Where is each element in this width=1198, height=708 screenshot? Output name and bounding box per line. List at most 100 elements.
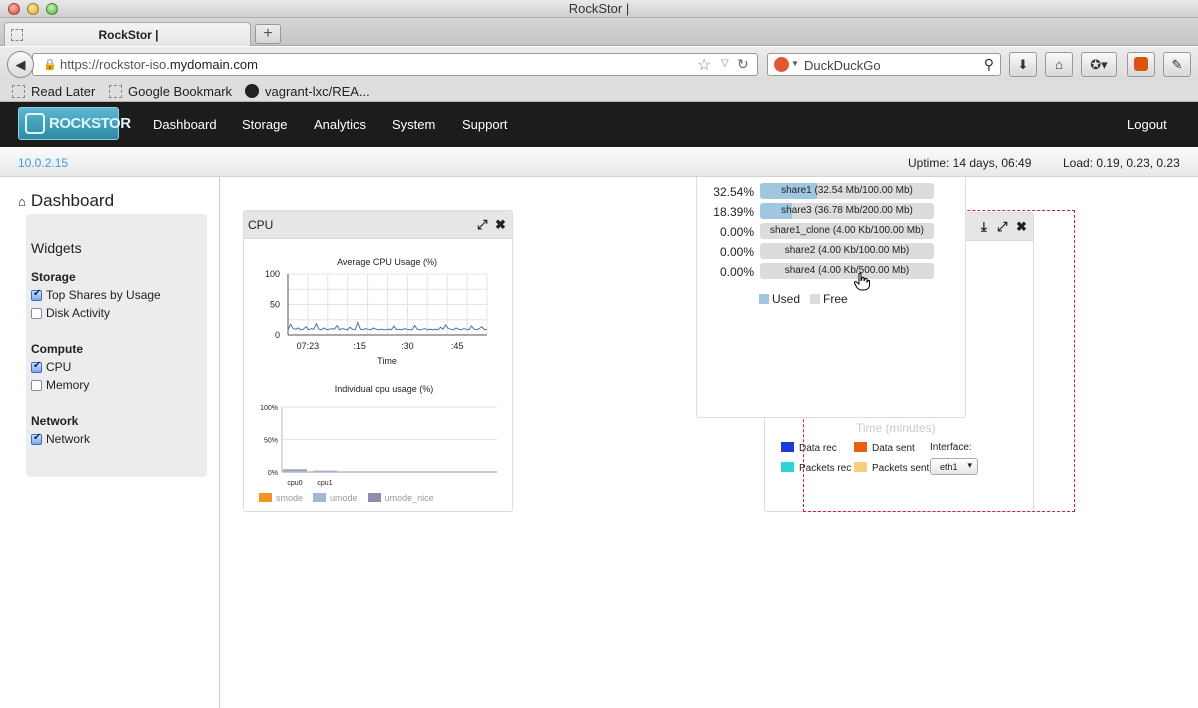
checkbox-label: Disk Activity: [46, 306, 111, 320]
top-shares-widget[interactable]: 32.54% share1 (32.54 Mb/100.00 Mb) 18.39% s…: [696, 177, 966, 418]
bookmark-label: Read Later: [31, 84, 96, 99]
avg-chart-title: Average CPU Usage (%): [337, 257, 437, 267]
legend-item-smode: smode: [259, 493, 303, 503]
bookmark-vagrant[interactable]: vagrant-lxc/REA...: [245, 84, 370, 99]
share-usage-list: 32.54% share1 (32.54 Mb/100.00 Mb) 18.39% s…: [697, 177, 967, 297]
legend-swatch: [781, 442, 794, 452]
url-prefix: https://rockstor-iso.: [60, 57, 170, 72]
avg-chart-x-ticks: 07:23:15:30:45: [297, 341, 464, 351]
bookmark-page-icon: [109, 85, 122, 98]
y-tick-label: 0: [275, 330, 280, 340]
nav-system[interactable]: System: [392, 117, 435, 132]
history-dropdown-icon[interactable]: ▽: [721, 58, 729, 69]
cpu-charts: Average CPU Usage (%) 100 50 0 07:23:15:30…: [260, 257, 497, 487]
share-usage-percent: 0.00%: [719, 265, 754, 279]
bookmark-label: Google Bookmark: [128, 84, 233, 99]
window-title: RockStor |: [568, 1, 630, 16]
share-row: 0.00% share4 (4.00 Kb/500.00 Mb): [697, 263, 967, 281]
y-tick-label: 0%: [268, 470, 278, 477]
page-title-text: Dashboard: [30, 191, 115, 210]
downloads-button[interactable]: ⬇: [1009, 52, 1037, 77]
share-usage-percent: 18.39%: [713, 205, 754, 219]
widget-toggle-disk-activity[interactable]: Disk Activity: [31, 306, 110, 320]
bar-umode-cpu0: [283, 470, 307, 472]
search-bar[interactable]: ▼ DuckDuckGo ⚲: [767, 53, 1001, 76]
search-icon[interactable]: ⚲: [984, 56, 994, 73]
legend-swatch: [259, 493, 272, 502]
lock-icon: 🔒: [43, 59, 57, 71]
legend-item-free: Free: [810, 292, 848, 306]
expand-icon[interactable]: ⤢: [477, 217, 487, 233]
group-storage: Storage: [31, 270, 76, 284]
url-bar[interactable]: 🔒 https://rockstor-iso.mydomain.com ☆ ▽ …: [32, 53, 758, 76]
checkbox-label: Network: [46, 432, 91, 446]
bar-umode-nice-cpu1: [313, 470, 337, 472]
nav-dashboard[interactable]: Dashboard: [153, 117, 217, 132]
edit-button[interactable]: ✎: [1163, 52, 1191, 77]
checkbox-label: Top Shares by Usage: [46, 288, 161, 302]
share-usage-bar: share1_clone (4.00 Kb/100.00 Mb): [760, 223, 934, 239]
checkbox[interactable]: [31, 308, 42, 319]
bookmarks-menu-button[interactable]: ✪▾: [1081, 52, 1117, 77]
share-row: 0.00% share2 (4.00 Kb/100.00 Mb): [697, 243, 967, 261]
legend-label: Free: [823, 292, 848, 306]
widget-toggle-cpu[interactable]: CPU: [31, 360, 71, 374]
cpu-widget-header[interactable]: CPU ⤢ ✖: [244, 211, 512, 239]
share-usage-bar: share2 (4.00 Kb/100.00 Mb): [760, 243, 934, 259]
checkbox[interactable]: [31, 432, 42, 445]
y-tick-label: 100: [265, 269, 280, 279]
hand-cursor-icon: [854, 273, 870, 291]
legend-item-used: Used: [759, 292, 800, 306]
nav-storage[interactable]: Storage: [242, 117, 288, 132]
legend-label: umode: [330, 493, 358, 503]
bar-umode-nice-cpu0: [283, 469, 307, 471]
page-title: ⌂ Dashboard: [18, 191, 114, 211]
bookmark-read-later[interactable]: Read Later: [12, 84, 95, 99]
y-tick-label: 50: [270, 300, 280, 310]
share-row: 32.54% share1 (32.54 Mb/100.00 Mb): [697, 183, 967, 201]
reload-icon[interactable]: ↻: [737, 56, 749, 73]
widgets-title: Widgets: [31, 240, 82, 256]
checkbox[interactable]: [31, 380, 42, 391]
share-usage-percent: 32.54%: [713, 185, 754, 199]
home-button[interactable]: ⌂: [1045, 52, 1073, 77]
share-label: share1 (32.54 Mb/100.00 Mb): [781, 185, 913, 196]
bookmark-google[interactable]: Google Bookmark: [109, 84, 232, 99]
bookmark-page-icon: [12, 85, 25, 98]
checkbox[interactable]: [31, 288, 42, 301]
bookmark-star-icon[interactable]: ☆: [697, 55, 711, 75]
legend-item-umode: umode: [313, 493, 358, 503]
logout-link[interactable]: Logout: [1127, 117, 1167, 132]
legend-swatch: [781, 462, 794, 472]
rockstor-logo[interactable]: ROCKSTOR: [18, 107, 131, 140]
window-titlebar: RockStor |: [0, 0, 1198, 18]
search-placeholder: DuckDuckGo: [804, 58, 881, 73]
widget-toggle-top-shares[interactable]: Top Shares by Usage: [31, 288, 161, 302]
close-icon[interactable]: ✖: [495, 217, 506, 233]
uptime-text: Uptime: 14 days, 06:49: [908, 156, 1032, 170]
navigation-toolbar: 🔒 https://rockstor-iso.mydomain.com ☆ ▽ …: [0, 47, 1198, 80]
search-engine-dropdown-icon[interactable]: ▼: [791, 59, 799, 68]
legend-label: smode: [276, 493, 304, 503]
rock-hand-icon: [25, 113, 45, 134]
new-tab-button[interactable]: +: [255, 24, 281, 44]
checkbox[interactable]: [31, 360, 42, 373]
checkbox-label: Memory: [46, 378, 90, 392]
widget-toggle-network[interactable]: Network: [31, 432, 90, 446]
browser-tab[interactable]: RockStor |: [4, 22, 251, 46]
logo-text: ROCKSTOR: [49, 115, 131, 132]
avg-chart-y-ticks: 100 50 0: [265, 269, 280, 340]
nav-analytics[interactable]: Analytics: [314, 117, 366, 132]
nav-support[interactable]: Support: [462, 117, 508, 132]
widget-toggle-memory[interactable]: Memory: [31, 378, 89, 392]
tab-label: RockStor |: [98, 28, 159, 42]
bookmark-label: vagrant-lxc/REA...: [265, 84, 370, 99]
extension-button[interactable]: [1127, 52, 1155, 77]
host-ip-link[interactable]: 10.0.2.15: [18, 156, 68, 170]
share-label: share4 (4.00 Kb/500.00 Mb): [784, 265, 910, 276]
back-button[interactable]: ◀: [7, 51, 34, 78]
ind-chart-x-ticks: cpu0 cpu1: [287, 480, 332, 487]
bookmarks-bar: Read Later Google Bookmark vagrant-lxc/R…: [0, 80, 1198, 102]
x-tick-label: cpu1: [317, 480, 332, 487]
share-label: share2 (4.00 Kb/100.00 Mb): [784, 245, 910, 256]
